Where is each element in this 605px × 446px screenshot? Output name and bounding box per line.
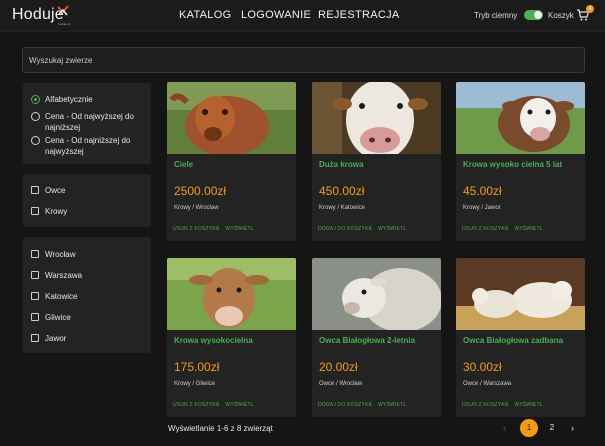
page-1-button[interactable]: 1 <box>520 419 538 437</box>
toggle-knob <box>534 11 542 19</box>
nav-katalog[interactable]: KATALOG <box>179 9 231 21</box>
view-button[interactable]: WYŚWIETL <box>225 226 253 232</box>
logo-subtitle: hoduje.pl <box>58 22 71 26</box>
checkbox-icon[interactable] <box>31 271 39 279</box>
product-card: Duża krowa 450.00zł Krowy / Katowice DOD… <box>312 82 441 241</box>
logo-badge-icon <box>57 5 69 16</box>
product-title[interactable]: Krowa wysoko cielna 5 lat <box>463 160 562 169</box>
filter-label: Gliwice <box>45 313 71 322</box>
sort-option-label: Alfabetycznie <box>45 95 93 104</box>
product-meta: Krowy / Jawor <box>463 205 501 211</box>
remove-from-cart-button[interactable]: USUŃ Z KOSZYKA <box>462 226 508 232</box>
checkbox-icon[interactable] <box>31 207 39 215</box>
product-actions: DODAJ DO KOSZYKA WYŚWIETL <box>318 226 412 232</box>
dark-mode-label: Tryb ciemny <box>474 11 518 20</box>
product-title[interactable]: Owca Białogłowa zadbana <box>463 336 563 345</box>
results-count: Wyświetlanie 1-6 z 8 zwierząt <box>168 424 273 433</box>
remove-from-cart-button[interactable]: USUŃ Z KOSZYKA <box>462 402 508 408</box>
filter-label: Wrocław <box>45 250 76 259</box>
view-button[interactable]: WYŚWIETL <box>514 226 542 232</box>
radio-checked-icon[interactable] <box>31 95 40 104</box>
product-meta: Owce / Wrocław <box>319 381 363 387</box>
page-2-button[interactable]: 2 <box>543 419 561 437</box>
product-price: 30.00zł <box>463 360 502 374</box>
product-actions: USUŃ Z KOSZYKA WYŚWIETL <box>462 402 549 408</box>
view-button[interactable]: WYŚWIETL <box>225 402 253 408</box>
chevron-left-icon[interactable]: ‹ <box>503 423 506 433</box>
sort-option-label: Cena - Od najniższej do najwyższej <box>45 136 131 156</box>
product-price: 175.00zł <box>174 360 220 374</box>
filter-label: Jawor <box>45 334 67 343</box>
city-filter-panel: Wrocław Warszawa Katowice Gliwice Jawor <box>23 237 151 353</box>
young-cow-meadow-image[interactable] <box>167 258 296 330</box>
filter-label: Katowice <box>45 292 78 301</box>
product-meta: Owce / Warszawa <box>463 381 512 387</box>
product-meta: Krowy / Gliwice <box>174 381 216 387</box>
product-title[interactable]: Ciele <box>174 160 193 169</box>
sort-panel: Alfabetycznie Cena - Od najwyższej do na… <box>23 83 151 164</box>
radio-icon[interactable] <box>31 136 40 145</box>
view-button[interactable]: WYŚWIETL <box>378 402 406 408</box>
checkbox-icon[interactable] <box>31 250 39 258</box>
product-meta: Krowy / Wrocław <box>174 205 219 211</box>
checkbox-icon[interactable] <box>31 292 39 300</box>
product-card: Owca Białogłowa zadbana 30.00zł Owce / W… <box>456 258 585 417</box>
nav-rejestracja[interactable]: REJESTRACJA <box>318 9 400 21</box>
filter-label: Warszawa <box>45 271 83 280</box>
filter-label: Owce <box>45 186 66 195</box>
product-price: 2500.00zł <box>174 184 227 198</box>
product-card: Krowa wysokocielna 175.00zł Krowy / Gliw… <box>167 258 296 417</box>
view-button[interactable]: WYŚWIETL <box>514 402 542 408</box>
nav-logowanie[interactable]: LOGOWANIE <box>241 9 311 21</box>
checkbox-icon[interactable] <box>31 186 39 194</box>
brown-white-cow-image[interactable] <box>456 82 585 154</box>
dark-mode-toggle[interactable] <box>524 10 543 20</box>
brown-calf-image[interactable] <box>167 82 296 154</box>
cart-label[interactable]: Koszyk <box>548 11 574 20</box>
remove-from-cart-button[interactable]: USUŃ Z KOSZYKA <box>173 402 219 408</box>
product-title[interactable]: Owca Białogłowa 2-letnia <box>319 336 415 345</box>
product-price: 450.00zł <box>319 184 365 198</box>
remove-from-cart-button[interactable]: USUŃ Z KOSZYKA <box>173 226 219 232</box>
species-filter-panel: Owce Krowy <box>23 174 151 227</box>
product-price: 45.00zł <box>463 184 502 198</box>
filter-label: Krowy <box>45 207 68 216</box>
product-actions: USUŃ Z KOSZYKA WYŚWIETL <box>173 402 260 408</box>
view-button[interactable]: WYŚWIETL <box>378 226 406 232</box>
white-face-cow-image[interactable] <box>312 82 441 154</box>
product-actions: USUŃ Z KOSZYKA WYŚWIETL <box>173 226 260 232</box>
search-input[interactable] <box>22 47 585 73</box>
top-bar: Hoduje hoduje.pl KATALOG LOGOWANIE REJES… <box>0 0 605 32</box>
add-to-cart-button[interactable]: DODAJ DO KOSZYKA <box>318 402 372 408</box>
add-to-cart-button[interactable]: DODAJ DO KOSZYKA <box>318 226 372 232</box>
product-price: 20.00zł <box>319 360 358 374</box>
product-title[interactable]: Duża krowa <box>319 160 363 169</box>
radio-icon[interactable] <box>31 112 40 121</box>
product-card: Ciele 2500.00zł Krowy / Wrocław USUŃ Z K… <box>167 82 296 241</box>
cart-count-badge: 4 <box>586 5 594 13</box>
sort-option-label: Cena - Od najwyższej do najniższej <box>45 112 134 132</box>
sheep-head-image[interactable] <box>312 258 441 330</box>
product-title[interactable]: Krowa wysokocielna <box>174 336 253 345</box>
product-actions: USUŃ Z KOSZYKA WYŚWIETL <box>462 226 549 232</box>
product-meta: Krowy / Katowice <box>319 205 366 211</box>
lambs-barn-image[interactable] <box>456 258 585 330</box>
chevron-right-icon[interactable]: › <box>571 423 574 433</box>
product-card: Krowa wysoko cielna 5 lat 45.00zł Krowy … <box>456 82 585 241</box>
checkbox-icon[interactable] <box>31 313 39 321</box>
product-actions: DODAJ DO KOSZYKA WYŚWIETL <box>318 402 412 408</box>
checkbox-icon[interactable] <box>31 334 39 342</box>
product-card: Owca Białogłowa 2-letnia 20.00zł Owce / … <box>312 258 441 417</box>
